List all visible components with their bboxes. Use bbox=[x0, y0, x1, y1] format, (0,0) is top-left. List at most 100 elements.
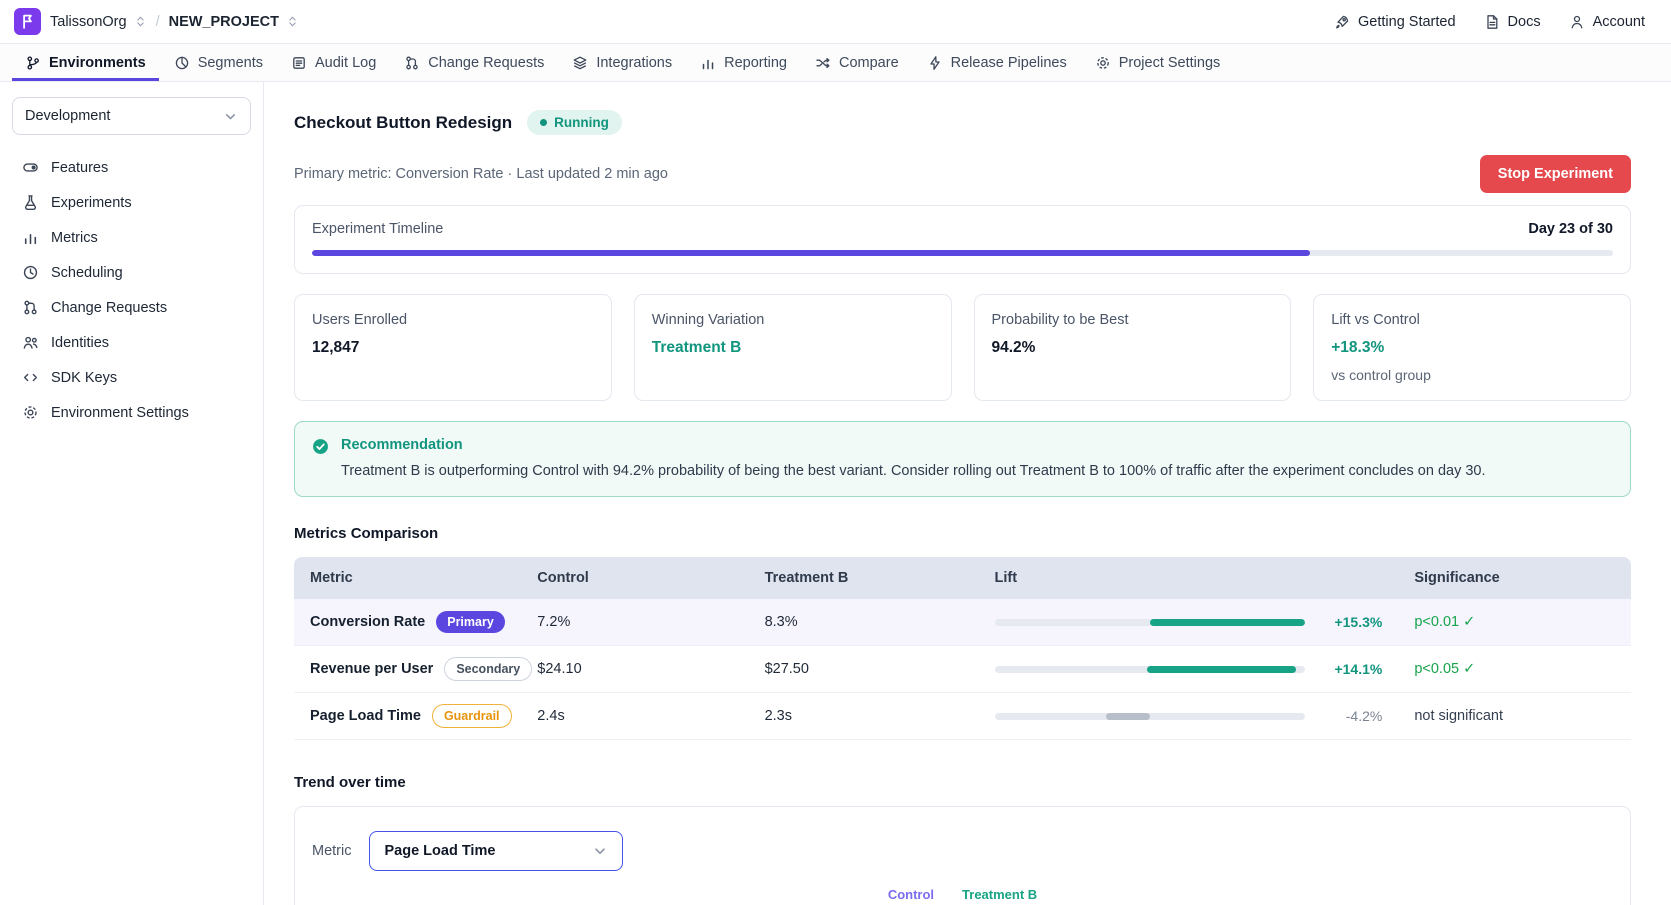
metric-name: Revenue per User bbox=[310, 661, 433, 677]
layers-icon bbox=[572, 55, 588, 71]
tab-label: Audit Log bbox=[315, 55, 376, 71]
sidebar-item-environment-settings[interactable]: Environment Settings bbox=[12, 396, 251, 429]
recommendation-banner: Recommendation Treatment B is outperform… bbox=[294, 421, 1631, 497]
gear-icon bbox=[22, 404, 39, 421]
metric-cell: Page Load Time Guardrail bbox=[294, 704, 521, 728]
status-badge-label: Running bbox=[554, 115, 609, 130]
lift-value: -4.2% bbox=[1320, 708, 1382, 724]
sidebar-item-label: Experiments bbox=[51, 195, 132, 211]
tab-integrations[interactable]: Integrations bbox=[559, 44, 685, 81]
lift-bar-fill bbox=[1147, 666, 1296, 673]
tab-label: Compare bbox=[839, 55, 899, 71]
sidebar-item-experiments[interactable]: Experiments bbox=[12, 186, 251, 219]
tab-audit-log[interactable]: Audit Log bbox=[278, 44, 389, 81]
tab-label: Reporting bbox=[724, 55, 787, 71]
gear-icon bbox=[1095, 55, 1111, 71]
recommendation-body: Treatment B is outperforming Control wit… bbox=[341, 461, 1486, 481]
trend-over-time-title: Trend over time bbox=[294, 774, 1631, 791]
status-badge: Running bbox=[527, 110, 622, 135]
table-row-conversion-rate[interactable]: Conversion Rate Primary 7.2% 8.3% +15.3%… bbox=[294, 599, 1631, 646]
metric-select[interactable]: Page Load Time bbox=[369, 831, 623, 871]
chevron-down-icon bbox=[592, 843, 608, 859]
clock-icon bbox=[22, 264, 39, 281]
rocket-icon bbox=[1334, 14, 1350, 30]
tab-change-requests[interactable]: Change Requests bbox=[391, 44, 557, 81]
lift-cell: -4.2% bbox=[979, 708, 1399, 724]
sidebar-item-identities[interactable]: Identities bbox=[12, 326, 251, 359]
table-row-revenue-per-user[interactable]: Revenue per User Secondary $24.10 $27.50… bbox=[294, 646, 1631, 693]
metrics-comparison-title: Metrics Comparison bbox=[294, 525, 1631, 542]
metrics-table: Metric Control Treatment B Lift Signific… bbox=[294, 557, 1631, 740]
lift-cell: +15.3% bbox=[979, 614, 1399, 630]
lift-bar-fill bbox=[1106, 713, 1150, 720]
merge-icon bbox=[22, 299, 39, 316]
sidebar-item-features[interactable]: Features bbox=[12, 151, 251, 184]
stat-value: 94.2% bbox=[992, 339, 1274, 357]
docs-label: Docs bbox=[1508, 14, 1541, 30]
merge-icon bbox=[404, 55, 420, 71]
timeline-progress-fill bbox=[312, 250, 1310, 256]
project-picker[interactable]: NEW_PROJECT bbox=[169, 14, 299, 30]
tab-project-settings[interactable]: Project Settings bbox=[1082, 44, 1234, 81]
page-shell: Development Features Experiments Metrics… bbox=[0, 82, 1671, 905]
flask-icon bbox=[22, 194, 39, 211]
pie-icon bbox=[174, 55, 190, 71]
tab-segments[interactable]: Segments bbox=[161, 44, 276, 81]
control-value: 7.2% bbox=[521, 614, 748, 630]
stat-value: +18.3% bbox=[1331, 339, 1613, 357]
lift-bar-track bbox=[995, 713, 1306, 720]
main-content: Checkout Button Redesign Running Primary… bbox=[264, 82, 1671, 905]
project-nav-tabs: Environments Segments Audit Log Change R… bbox=[0, 44, 1671, 82]
sidebar-item-metrics[interactable]: Metrics bbox=[12, 221, 251, 254]
getting-started-label: Getting Started bbox=[1358, 14, 1456, 30]
stat-subtext: vs control group bbox=[1331, 367, 1613, 383]
tab-reporting[interactable]: Reporting bbox=[687, 44, 800, 81]
account-menu[interactable]: Account bbox=[1569, 14, 1645, 30]
column-header-control: Control bbox=[521, 570, 748, 586]
app-logo[interactable] bbox=[14, 8, 41, 35]
tab-release-pipelines[interactable]: Release Pipelines bbox=[914, 44, 1080, 81]
tab-compare[interactable]: Compare bbox=[802, 44, 912, 81]
top-bar-left: TalissonOrg / NEW_PROJECT bbox=[14, 8, 299, 35]
trend-metric-row: Metric Page Load Time bbox=[312, 831, 1613, 871]
chevron-down-icon bbox=[223, 109, 238, 124]
sidebar-item-sdk-keys[interactable]: SDK Keys bbox=[12, 361, 251, 394]
sidebar-item-label: SDK Keys bbox=[51, 370, 117, 386]
column-header-treatment-b: Treatment B bbox=[749, 570, 979, 586]
trend-card: Metric Page Load Time Control Treatment … bbox=[294, 806, 1631, 905]
primary-badge: Primary bbox=[436, 611, 505, 633]
org-picker[interactable]: TalissonOrg bbox=[50, 14, 147, 30]
metric-name: Conversion Rate bbox=[310, 614, 425, 630]
lift-bar-track bbox=[995, 619, 1306, 626]
sidebar-item-scheduling[interactable]: Scheduling bbox=[12, 256, 251, 289]
legend-item-treatment-b: Treatment B bbox=[962, 887, 1037, 902]
lift-bar-track bbox=[995, 666, 1306, 673]
getting-started-link[interactable]: Getting Started bbox=[1334, 14, 1456, 30]
legend-item-control: Control bbox=[888, 887, 934, 902]
flag-logo-icon bbox=[19, 13, 36, 30]
docs-link[interactable]: Docs bbox=[1484, 14, 1541, 30]
tab-label: Project Settings bbox=[1119, 55, 1221, 71]
column-header-metric: Metric bbox=[294, 570, 521, 586]
significance-value: p<0.05 ✓ bbox=[1398, 661, 1631, 677]
timeline-progress-track bbox=[312, 250, 1613, 256]
account-label: Account bbox=[1593, 14, 1645, 30]
list-icon bbox=[291, 55, 307, 71]
experiment-timeline-card: Experiment Timeline Day 23 of 30 bbox=[294, 205, 1631, 274]
stop-experiment-button[interactable]: Stop Experiment bbox=[1480, 155, 1631, 193]
table-row-page-load-time[interactable]: Page Load Time Guardrail 2.4s 2.3s -4.2%… bbox=[294, 693, 1631, 740]
environment-selector[interactable]: Development bbox=[12, 97, 251, 135]
branch-icon bbox=[25, 55, 41, 71]
tab-label: Release Pipelines bbox=[951, 55, 1067, 71]
sidebar-item-change-requests[interactable]: Change Requests bbox=[12, 291, 251, 324]
sidebar-item-label: Scheduling bbox=[51, 265, 123, 281]
timeline-header: Experiment Timeline Day 23 of 30 bbox=[312, 221, 1613, 237]
treatment-b-value: 2.3s bbox=[749, 708, 979, 724]
tab-environments[interactable]: Environments bbox=[12, 44, 159, 81]
org-name: TalissonOrg bbox=[50, 14, 127, 30]
recommendation-title: Recommendation bbox=[341, 437, 1486, 453]
bar-chart-icon bbox=[700, 55, 716, 71]
lift-cell: +14.1% bbox=[979, 661, 1399, 677]
status-dot-icon bbox=[540, 119, 547, 126]
sidebar: Development Features Experiments Metrics… bbox=[0, 82, 264, 905]
